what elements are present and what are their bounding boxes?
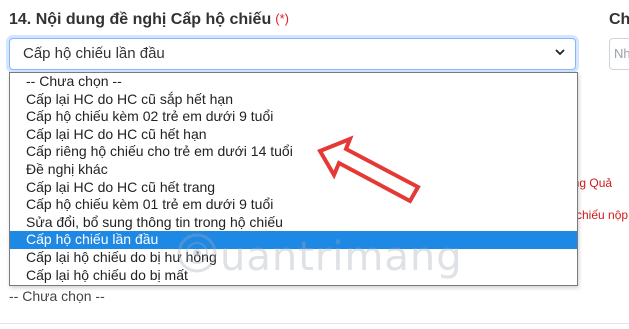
dropdown-option[interactable]: Cấp lại hộ chiếu do bị hư hỏng [10, 249, 577, 267]
dropdown-option[interactable]: -- Chưa chọn -- [10, 73, 577, 91]
watermark-logo-icon [177, 233, 217, 273]
dropdown-option[interactable]: Cấp lại HC do HC cũ hết hạn [10, 126, 577, 144]
section-title: 14. Nội dung đề nghị Cấp hộ chiếu (*) [9, 11, 289, 29]
dropdown-option[interactable]: Cấp lại HC do HC cũ hết trang [10, 179, 577, 197]
background-red-text: chiếu nộp [576, 208, 629, 222]
divider [0, 323, 629, 324]
select-value: Cấp hộ chiếu lần đầu [23, 45, 165, 62]
dropdown-option[interactable]: Cấp lại HC do HC cũ sắp hết hạn [10, 91, 577, 109]
right-input-field[interactable]: Nh [609, 38, 629, 70]
section-title-text: 14. Nội dung đề nghị Cấp hộ chiếu [9, 11, 272, 28]
options-dropdown-list[interactable]: -- Chưa chọn -- Cấp lại HC do HC cũ sắp … [9, 72, 578, 286]
dropdown-option[interactable]: Sửa đổi, bổ sung thông tin trong hộ chiế… [10, 214, 577, 232]
bottom-select[interactable]: -- Chưa chọn -- [9, 284, 629, 312]
annotation-arrow-icon [317, 135, 421, 204]
right-column-title: Ch [609, 11, 629, 28]
dropdown-option[interactable]: Cấp lại hộ chiếu do bị mất [10, 267, 577, 285]
dropdown-option-selected[interactable]: Cấp hộ chiếu lần đầu [10, 231, 577, 249]
required-mark: (*) [275, 11, 289, 26]
chevron-down-icon [554, 39, 566, 69]
dropdown-option[interactable]: Đề nghị khác [10, 161, 577, 179]
bottom-select-value: -- Chưa chọn -- [9, 288, 105, 304]
dropdown-option[interactable]: Cấp hộ chiếu kèm 02 trẻ em dưới 9 tuổi [10, 108, 577, 126]
dropdown-option[interactable]: Cấp riêng hộ chiếu cho trẻ em dưới 14 tu… [10, 143, 577, 161]
passport-request-select[interactable]: Cấp hộ chiếu lần đầu [9, 38, 576, 70]
dropdown-option[interactable]: Cấp hộ chiếu kèm 01 trẻ em dưới 9 tuổi [10, 196, 577, 214]
